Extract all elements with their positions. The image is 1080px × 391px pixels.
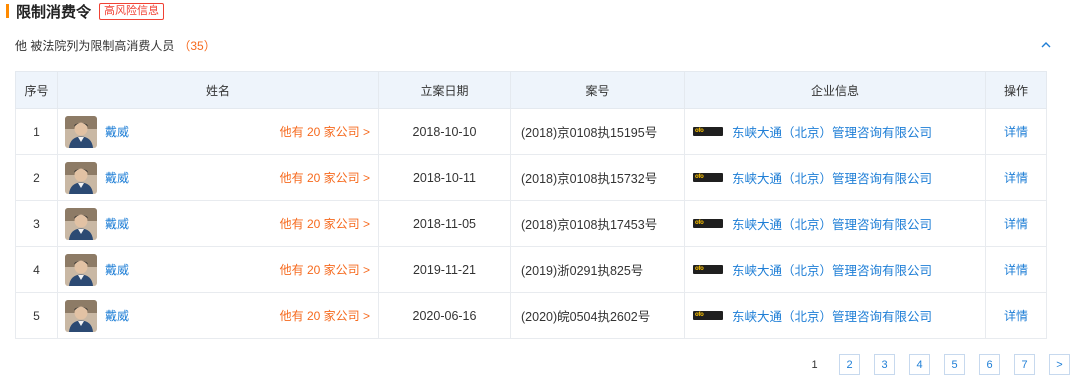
company-cell: ofo 东峡大通（北京）管理咨询有限公司 [684,108,986,155]
case-number: (2018)京0108执15732号 [510,154,685,201]
section-header: 限制消费令 高风险信息 [6,0,165,22]
table-header-row: 序号 姓名 立案日期 案号 企业信息 操作 [15,71,1047,109]
page-button-6[interactable]: 6 [979,354,1000,375]
company-name-link[interactable]: 东峡大通（北京）管理咨询有限公司 [732,122,932,141]
filing-date: 2018-10-11 [378,154,511,201]
name-cell: 戴威 他有 20 家公司 > [57,246,379,293]
page-button-7[interactable]: 7 [1014,354,1035,375]
name-cell: 戴威 他有 20 家公司 > [57,200,379,247]
restriction-table: 序号 姓名 立案日期 案号 企业信息 操作 1 戴威 他有 20 家公司 >2018… [15,71,1047,339]
row-index: 5 [15,292,58,339]
other-companies-link[interactable]: 他有 20 家公司 > [280,307,370,324]
person-name-link[interactable]: 戴威 [105,261,129,278]
detail-link[interactable]: 详情 [1004,125,1028,139]
ofo-logo: ofo [693,173,723,182]
company-name-link[interactable]: 东峡大通（北京）管理咨询有限公司 [732,260,932,279]
ofo-logo: ofo [693,265,723,274]
col-header-name: 姓名 [57,71,379,109]
page-button-4[interactable]: 4 [909,354,930,375]
case-number: (2020)皖0504执2602号 [510,292,685,339]
person-name-link[interactable]: 戴威 [105,215,129,232]
summary-line: 他 被法院列为限制高消费人员 （35） [15,37,216,54]
detail-link[interactable]: 详情 [1004,171,1028,185]
page-button-3[interactable]: 3 [874,354,895,375]
person-name-link[interactable]: 戴威 [105,123,129,140]
col-header-date: 立案日期 [378,71,511,109]
row-index: 2 [15,154,58,201]
col-header-company: 企业信息 [684,71,986,109]
table-row: 3 戴威 他有 20 家公司 > 2018-11-05 (2018)京0108执1745… [15,200,1047,247]
row-index: 3 [15,200,58,247]
pagination: 1 2 3 4 5 6 7 > [790,354,1070,375]
person-avatar[interactable] [65,115,97,148]
other-companies-link[interactable]: 他有 20 家公司 > [280,169,370,186]
action-cell: 详情 [985,200,1047,247]
detail-link[interactable]: 详情 [1004,263,1028,277]
detail-link[interactable]: 详情 [1004,217,1028,231]
company-cell: ofo 东峡大通（北京）管理咨询有限公司 [684,154,986,201]
case-number: (2018)京0108执17453号 [510,200,685,247]
table-row: 5 戴威 他有 20 家公司 > 2020-06-16 (2020)皖0504执2602… [15,292,1047,339]
row-index: 4 [15,246,58,293]
page-button-2[interactable]: 2 [839,354,860,375]
page-button-5[interactable]: 5 [944,354,965,375]
person-name-link[interactable]: 戴威 [105,169,129,186]
other-companies-link[interactable]: 他有 20 家公司 > [280,261,370,278]
filing-date: 2020-06-16 [378,292,511,339]
filing-date: 2019-11-21 [378,246,511,293]
person-avatar[interactable] [65,253,97,286]
next-page-button[interactable]: > [1049,354,1070,375]
table-row: 4 戴威 他有 20 家公司 > 2019-11-21 (2019)浙0291执825号… [15,246,1047,293]
action-cell: 详情 [985,154,1047,201]
person-avatar[interactable] [65,299,97,332]
company-name-link[interactable]: 东峡大通（北京）管理咨询有限公司 [732,214,932,233]
company-cell: ofo 东峡大通（北京）管理咨询有限公司 [684,246,986,293]
detail-link[interactable]: 详情 [1004,309,1028,323]
summary-text: 他 被法院列为限制高消费人员 [15,39,175,53]
ofo-logo: ofo [693,127,723,136]
action-cell: 详情 [985,292,1047,339]
table-row: 2 戴威 他有 20 家公司 > 2018-10-11 (2018)京0108执1573… [15,154,1047,201]
case-number: (2019)浙0291执825号 [510,246,685,293]
case-number: (2018)京0108执15195号 [510,108,685,155]
name-cell: 戴威 他有 20 家公司 > [57,154,379,201]
col-header-action: 操作 [985,71,1047,109]
table-body: 1 戴威 他有 20 家公司 >2018-10-10 (2018)京0108执1519… [15,108,1047,339]
ofo-logo: ofo [693,219,723,228]
other-companies-link[interactable]: 他有 20 家公司 > [280,215,370,232]
action-cell: 详情 [985,246,1047,293]
name-cell: 戴威 他有 20 家公司 > [57,108,379,155]
person-avatar[interactable] [65,207,97,240]
person-avatar[interactable] [65,161,97,194]
summary-count: （35） [178,39,216,53]
company-name-link[interactable]: 东峡大通（北京）管理咨询有限公司 [732,306,932,325]
col-header-case: 案号 [510,71,685,109]
row-index: 1 [15,108,58,155]
title-accent-bar [6,4,9,18]
chevron-up-icon[interactable] [1039,39,1053,51]
table-row: 1 戴威 他有 20 家公司 > 2018-10-10 (2018)京0108执1519… [15,108,1047,155]
company-cell: ofo 东峡大通（北京）管理咨询有限公司 [684,292,986,339]
col-header-index: 序号 [15,71,58,109]
ofo-logo: ofo [693,311,723,320]
section-title: 限制消费令 [16,3,92,21]
name-cell: 戴威 他有 20 家公司 > [57,292,379,339]
filing-date: 2018-11-05 [378,200,511,247]
other-companies-link[interactable]: 他有 20 家公司 > [280,123,370,140]
company-cell: ofo 东峡大通（北京）管理咨询有限公司 [684,200,986,247]
filing-date: 2018-10-10 [378,108,511,155]
risk-badge: 高风险信息 [99,2,165,20]
action-cell: 详情 [985,108,1047,155]
company-name-link[interactable]: 东峡大通（北京）管理咨询有限公司 [732,168,932,187]
person-name-link[interactable]: 戴威 [105,307,129,324]
page-current[interactable]: 1 [804,354,825,375]
